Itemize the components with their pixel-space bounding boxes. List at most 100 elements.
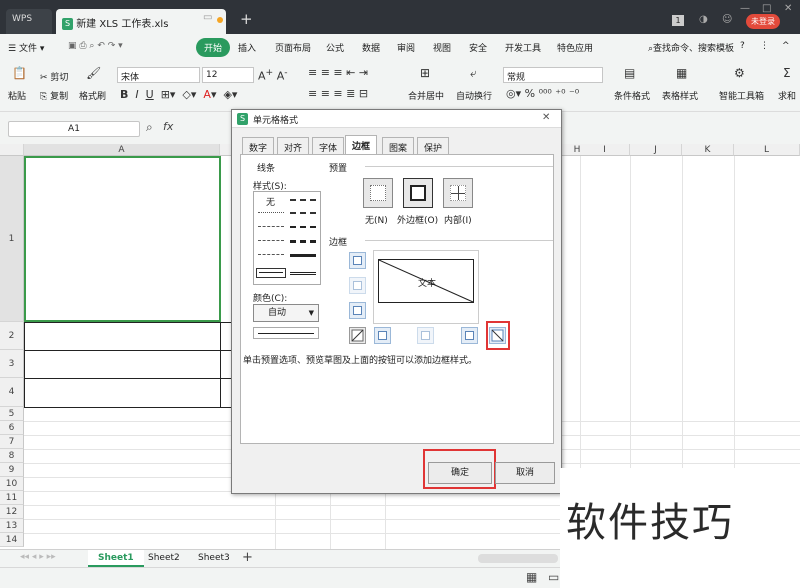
line-style-list[interactable]: 无 <box>253 191 321 285</box>
number-format-icons[interactable]: ◎▾ % ⁰⁰⁰ ⁺⁰ ⁻⁰ <box>506 87 579 100</box>
cond-format-button[interactable]: 条件格式 <box>614 89 650 102</box>
preset-inner-button[interactable] <box>443 178 473 208</box>
sum-button[interactable]: 求和 <box>778 89 796 102</box>
close-icon[interactable]: ✕ <box>784 3 792 14</box>
row-header[interactable]: 14 <box>0 533 24 547</box>
font-grow-icon[interactable]: A+ A- <box>258 67 288 83</box>
line-style-option[interactable] <box>258 226 284 227</box>
row-header[interactable]: 13 <box>0 519 24 533</box>
smart-tools-button[interactable]: 智能工具箱 <box>719 89 764 102</box>
row-header[interactable]: 10 <box>0 477 24 491</box>
number-format-select[interactable]: 常规 <box>503 67 603 83</box>
row-header[interactable]: 11 <box>0 491 24 505</box>
command-search[interactable]: ⌕查找命令、搜索模板 <box>648 41 734 54</box>
line-style-option[interactable] <box>258 254 284 255</box>
border-center-button[interactable] <box>417 327 434 344</box>
line-style-option[interactable] <box>290 226 316 228</box>
tab-number[interactable]: 数字 <box>242 137 275 154</box>
merge-button[interactable]: 合并居中 <box>408 89 444 102</box>
tab-protection[interactable]: 保护 <box>417 137 450 154</box>
menu-item-view[interactable]: 视图 <box>433 41 451 54</box>
menu-item-review[interactable]: 审阅 <box>397 41 415 54</box>
menu-item-start[interactable]: 开始 <box>196 38 231 57</box>
border-bottom-button[interactable] <box>349 302 366 319</box>
add-sheet-button[interactable]: + <box>242 550 253 565</box>
table-style-icon[interactable]: ▦ <box>676 66 687 80</box>
more-icon[interactable]: ⋮ <box>760 41 769 51</box>
maximize-icon[interactable]: □ <box>762 3 771 14</box>
border-top-button[interactable] <box>349 252 366 269</box>
line-style-option[interactable] <box>258 240 284 241</box>
sheet-tab-2[interactable]: Sheet2 <box>138 550 190 567</box>
menu-item-data[interactable]: 数据 <box>362 41 380 54</box>
copy-button[interactable]: ⎘ 复制 <box>40 89 68 102</box>
format-painter-button[interactable]: 格式刷 <box>79 89 106 102</box>
row-header[interactable]: 9 <box>0 463 24 477</box>
column-header[interactable]: J <box>630 144 682 156</box>
dialog-close-icon[interactable]: ✕ <box>542 112 550 123</box>
row-header[interactable]: 5 <box>0 407 24 421</box>
quick-access-icons[interactable]: ▣ ⎙ ⌕ ↶ ↷ ▾ <box>68 41 123 51</box>
row-header[interactable]: 12 <box>0 505 24 519</box>
border-diag-down-button[interactable] <box>489 327 506 344</box>
column-header[interactable]: A <box>24 144 220 156</box>
merge-icon[interactable]: ⊞ <box>420 66 430 80</box>
paste-icon[interactable]: 📋 <box>12 66 27 80</box>
smart-tools-icon[interactable]: ⚙ <box>734 66 745 80</box>
column-header[interactable]: K <box>682 144 734 156</box>
format-painter-icon[interactable]: 🖌 <box>86 66 101 80</box>
preset-outline-button[interactable] <box>403 178 433 208</box>
font-name-select[interactable]: 宋体 <box>117 67 200 83</box>
menu-item-security[interactable]: 安全 <box>469 41 487 54</box>
row-header[interactable]: 3 <box>0 350 24 378</box>
row-header[interactable]: 2 <box>0 322 24 350</box>
horizontal-scrollbar[interactable] <box>478 554 558 563</box>
fx-button[interactable]: fx <box>163 120 173 133</box>
page-count-badge[interactable]: 1 <box>672 15 684 26</box>
bordered-range[interactable] <box>24 322 244 408</box>
table-style-button[interactable]: 表格样式 <box>662 89 698 102</box>
tab-alignment[interactable]: 对齐 <box>277 137 310 154</box>
skin-icon[interactable]: ◑ <box>699 14 708 25</box>
login-button[interactable]: 未登录 <box>746 14 780 29</box>
wrap-button[interactable]: 自动换行 <box>456 89 492 102</box>
corner-select-all[interactable] <box>0 144 24 156</box>
sheet-tab-3[interactable]: Sheet3 <box>188 550 240 567</box>
document-tab[interactable]: S 新建 XLS 工作表.xls <box>56 9 226 34</box>
sheet-tab-1[interactable]: Sheet1 <box>88 550 144 567</box>
font-style-icons[interactable]: B I U ⊞▾ ◇▾ A▾ ◈▾ <box>120 88 237 101</box>
border-diag-up-button[interactable] <box>349 327 366 344</box>
row-header[interactable]: 8 <box>0 449 24 463</box>
menu-item-formula[interactable]: 公式 <box>326 41 344 54</box>
column-header[interactable]: L <box>734 144 800 156</box>
align-horizontal-icons[interactable]: ≡ ≡ ≡ ≣ ⊟ <box>308 87 368 100</box>
ok-button[interactable]: 确定 <box>428 462 492 484</box>
line-style-none[interactable]: 无 <box>266 195 275 208</box>
row-header[interactable]: 4 <box>0 378 24 407</box>
user-icon[interactable]: ☺ <box>722 14 732 25</box>
menu-item-special[interactable]: 特色应用 <box>557 41 593 54</box>
border-preview[interactable]: 文本 <box>373 250 479 324</box>
row-header[interactable]: 6 <box>0 421 24 435</box>
page-view-icon[interactable]: ▭ <box>548 570 559 584</box>
font-size-select[interactable]: 12 <box>202 67 254 83</box>
menu-item-page-layout[interactable]: 页面布局 <box>275 41 311 54</box>
help-icon[interactable]: ? <box>740 41 745 51</box>
cancel-button[interactable]: 取消 <box>495 462 555 484</box>
row-header[interactable]: 7 <box>0 435 24 449</box>
border-left-button[interactable] <box>374 327 391 344</box>
selected-cell-a1[interactable] <box>24 156 221 322</box>
tab-border[interactable]: 边框 <box>345 135 378 155</box>
border-right-button[interactable] <box>461 327 478 344</box>
color-select[interactable]: 自动 ▼ <box>253 304 319 322</box>
line-style-option[interactable] <box>290 254 316 257</box>
menu-file[interactable]: ☰ 文件 ▾ <box>8 41 44 54</box>
cond-format-icon[interactable]: ▤ <box>624 66 635 80</box>
line-style-selected[interactable] <box>256 268 286 278</box>
zoom-icon[interactable]: ⌕ <box>146 120 153 135</box>
column-header[interactable]: I <box>580 144 630 156</box>
new-tab-button[interactable]: + <box>240 10 253 28</box>
tab-font[interactable]: 字体 <box>312 137 345 154</box>
wrap-icon[interactable]: ⤶ <box>470 66 477 81</box>
wps-home-tab[interactable]: WPS <box>6 9 52 34</box>
